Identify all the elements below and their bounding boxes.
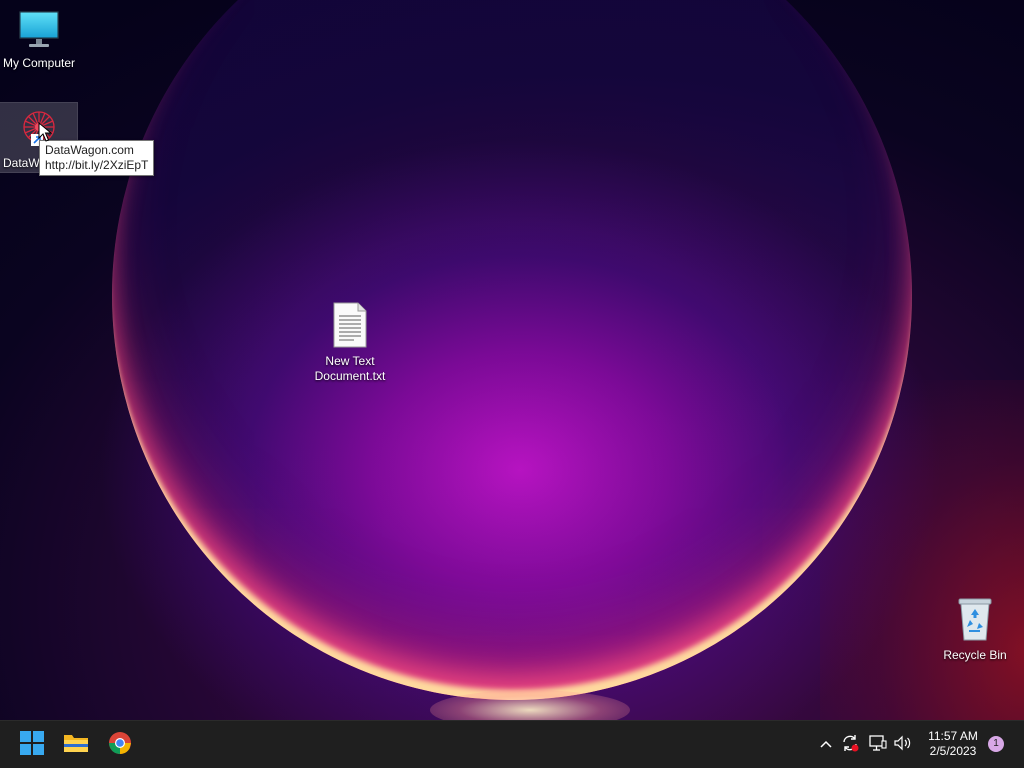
- recycle-bin-icon: [937, 596, 1013, 646]
- mouse-cursor-icon: [38, 121, 53, 147]
- desktop-icon-label: DataW: [3, 156, 40, 170]
- network-icon: [868, 733, 888, 758]
- monitor-icon: [1, 8, 77, 54]
- chrome-icon: [108, 731, 132, 760]
- desktop-icon-my-computer[interactable]: My Computer: [1, 8, 77, 71]
- chrome-button[interactable]: [102, 727, 138, 763]
- desktop[interactable]: My Computer DataW New Text Document.txt …: [0, 0, 1024, 720]
- tooltip-title: DataWagon.com: [45, 143, 134, 157]
- clock[interactable]: 11:57 AM 2/5/2023: [920, 729, 986, 759]
- network-button[interactable]: [868, 733, 888, 758]
- windows-start-icon: [20, 730, 44, 760]
- desktop-icon-text-document[interactable]: New Text Document.txt: [312, 302, 388, 384]
- sync-status-button[interactable]: [840, 733, 860, 758]
- sync-icon: [840, 733, 860, 758]
- clock-time: 11:57 AM: [928, 729, 978, 743]
- clock-date: 2/5/2023: [929, 744, 977, 758]
- desktop-icon-label: My Computer: [2, 56, 76, 70]
- desktop-icon-recycle-bin[interactable]: Recycle Bin: [937, 596, 1013, 663]
- volume-icon: [893, 733, 913, 758]
- taskbar: 11:57 AM 2/5/2023: [0, 720, 1024, 768]
- wallpaper-orb: [112, 0, 912, 700]
- desktop-icon-label: New Text Document.txt: [314, 354, 386, 383]
- desktop-icon-label: Recycle Bin: [943, 648, 1007, 662]
- notification-center-badge[interactable]: 1: [988, 736, 1004, 752]
- start-button[interactable]: [14, 727, 50, 763]
- chevron-up-icon: [819, 736, 833, 754]
- volume-button[interactable]: [893, 735, 913, 755]
- text-file-icon: [312, 302, 388, 352]
- tooltip-url: http://bit.ly/2XziEpT: [45, 158, 149, 172]
- folder-icon: [63, 732, 89, 759]
- shortcut-tooltip: DataWagon.com http://bit.ly/2XziEpT: [39, 140, 155, 176]
- file-explorer-button[interactable]: [58, 727, 94, 763]
- show-hidden-icons-button[interactable]: [816, 735, 836, 755]
